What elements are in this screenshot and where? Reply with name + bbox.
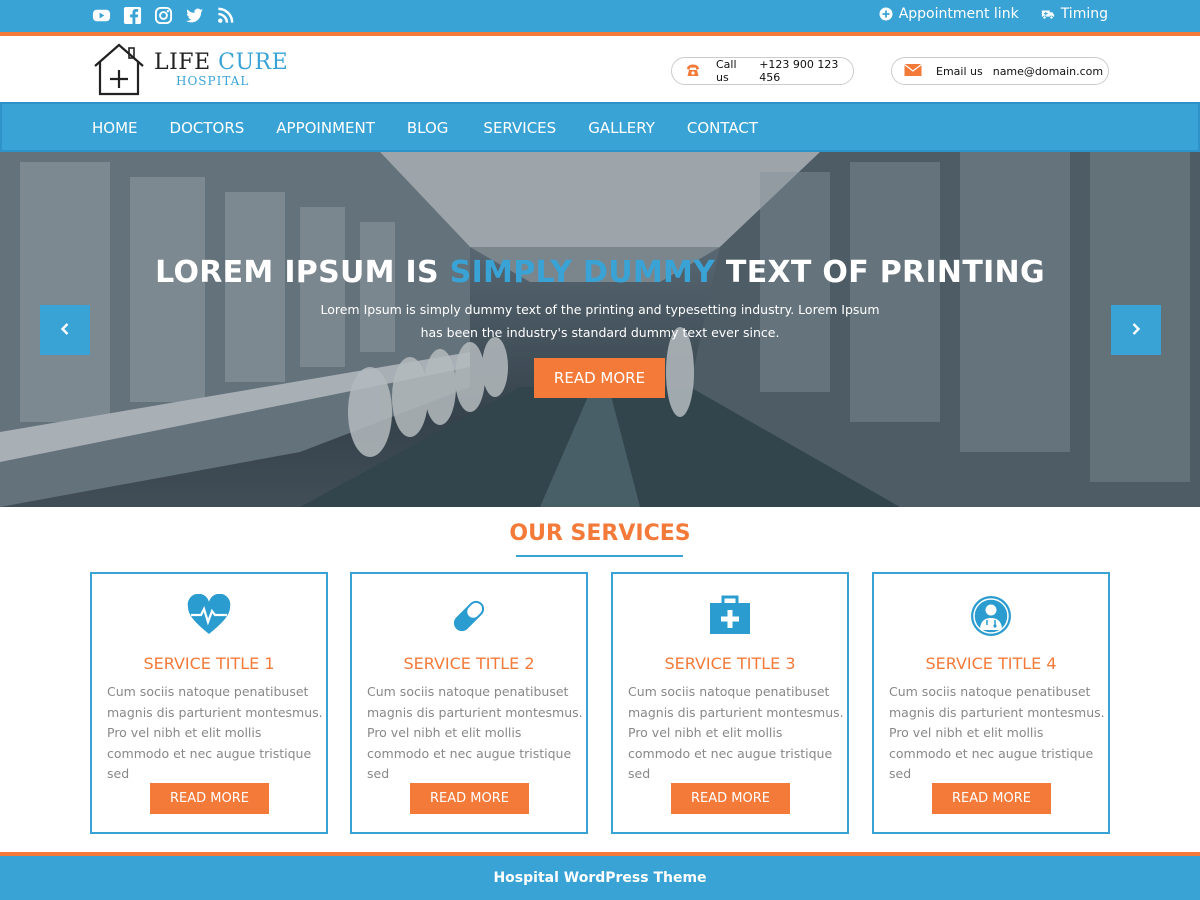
nav-item-home[interactable]: HOME [92,119,138,137]
site-logo[interactable]: LIFE CURE HOSPITAL [92,42,288,100]
service-card: SERVICE TITLE 4 Cum sociis natoque penat… [872,572,1110,834]
appointment-link[interactable]: Appointment link [879,6,1019,22]
hero-read-more-button[interactable]: READ MORE [534,358,665,398]
call-number: +123 900 123 456 [759,58,839,84]
top-bar: Appointment link Timing [0,0,1200,32]
chevron-left-icon [58,321,72,340]
logo-word-life: LIFE [154,50,211,75]
email-label: Email us [936,64,983,78]
email-address: name@domain.com [992,64,1104,78]
nav-list: HOME DOCTORS APPOINMENT BLOG SERVICES GA… [92,119,790,137]
house-plus-icon [92,42,146,100]
logo-text: LIFE CURE HOSPITAL [154,50,289,89]
facebook-icon[interactable] [123,6,142,25]
service-description: Cum sociis natoque penatibuset magnis di… [107,684,323,781]
social-links [92,6,235,25]
service-title: SERVICE TITLE 4 [925,654,1057,673]
email-us-box[interactable]: Email us name@domain.com [891,57,1109,85]
header: LIFE CURE HOSPITAL Call us +123 900 123 … [0,36,1200,102]
ambulance-icon [1041,7,1055,21]
service-description: Cum sociis natoque penatibuset magnis di… [889,684,1105,781]
footer: Hospital WordPress Theme [0,856,1200,900]
hero-title-part2: TEXT OF PRINTING [715,255,1045,290]
pill-icon [447,594,491,642]
first-aid-kit-icon [708,594,752,642]
service-read-more-button[interactable]: READ MORE [150,783,269,814]
main-nav: HOME DOCTORS APPOINMENT BLOG SERVICES GA… [0,102,1200,152]
nav-item-services[interactable]: SERVICES [483,119,556,137]
nav-item-blog[interactable]: BLOG [407,119,449,137]
top-links: Appointment link Timing [879,6,1108,22]
call-us-box[interactable]: Call us +123 900 123 456 [671,57,854,85]
footer-text[interactable]: Hospital WordPress Theme [493,870,706,886]
page: Appointment link Timing LIFE CURE HOSPIT… [0,0,1200,900]
nav-item-gallery[interactable]: GALLERY [588,119,655,137]
nav-item-appoinment[interactable]: APPOINMENT [276,119,375,137]
appointment-label: Appointment link [898,6,1019,22]
services-heading-underline [516,555,683,557]
timing-link[interactable]: Timing [1041,6,1108,22]
timing-label: Timing [1060,6,1108,22]
service-card: SERVICE TITLE 2 Cum sociis natoque penat… [350,572,588,834]
rss-icon[interactable] [216,6,235,25]
service-read-more-button[interactable]: READ MORE [932,783,1051,814]
instagram-icon[interactable] [154,6,173,25]
hero-title: LOREM IPSUM IS SIMPLY DUMMY TEXT OF PRIN… [0,255,1200,290]
twitter-icon[interactable] [185,6,204,25]
youtube-icon[interactable] [92,6,111,25]
phone-icon [672,63,716,80]
envelope-icon [892,63,936,80]
heartbeat-icon [187,593,231,642]
service-title: SERVICE TITLE 1 [143,654,275,673]
chevron-right-icon [1129,321,1143,340]
logo-sub: HOSPITAL [176,74,250,88]
hero-subtitle: Lorem Ipsum is simply dummy text of the … [320,302,880,340]
call-label: Call us [716,58,737,84]
plus-circle-icon [879,7,893,21]
hero-title-part1: LOREM IPSUM IS [155,255,450,290]
service-description: Cum sociis natoque penatibuset magnis di… [367,684,583,781]
nav-item-contact[interactable]: CONTACT [687,119,758,137]
service-card: SERVICE TITLE 1 Cum sociis natoque penat… [90,572,328,834]
hero-title-highlight: SIMPLY DUMMY [449,255,716,290]
service-description: Cum sociis natoque penatibuset magnis di… [628,684,844,781]
service-read-more-button[interactable]: READ MORE [410,783,529,814]
slider-prev-button[interactable] [40,305,90,355]
service-title: SERVICE TITLE 2 [403,654,535,673]
service-read-more-button[interactable]: READ MORE [671,783,790,814]
services-heading: OUR SERVICES [509,521,691,546]
hero-slider: LOREM IPSUM IS SIMPLY DUMMY TEXT OF PRIN… [0,152,1200,507]
slider-next-button[interactable] [1111,305,1161,355]
logo-word-cure: CURE [218,50,289,75]
doctor-icon [969,594,1013,642]
service-title: SERVICE TITLE 3 [664,654,796,673]
nav-item-doctors[interactable]: DOCTORS [170,119,245,137]
service-card: SERVICE TITLE 3 Cum sociis natoque penat… [611,572,849,834]
